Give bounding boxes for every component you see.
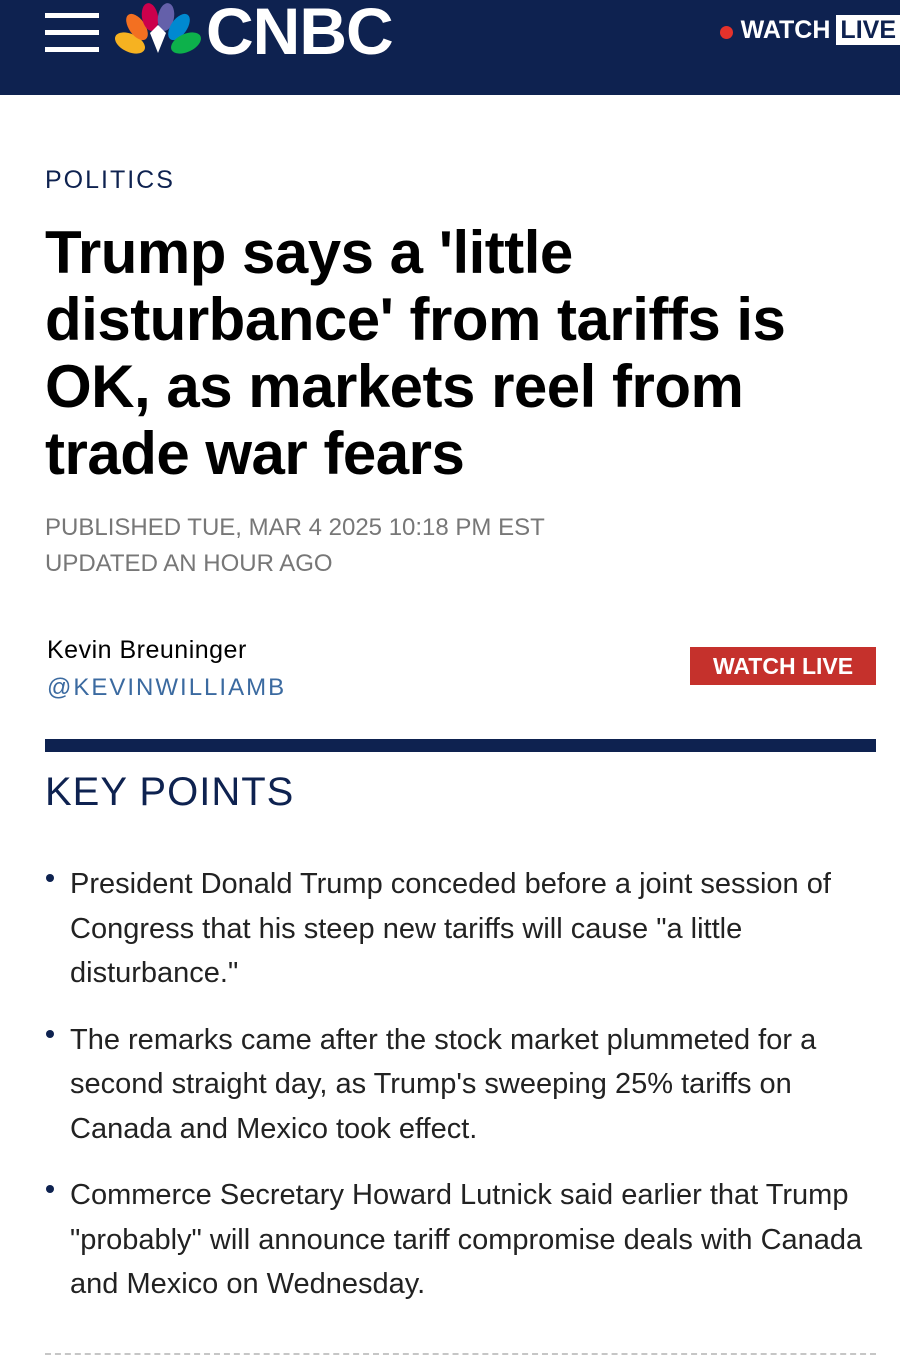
key-point-text: Commerce Secretary Howard Lutnick said e… xyxy=(70,1179,863,1300)
section-divider xyxy=(45,739,876,752)
key-points-title: KEY POINTS xyxy=(45,770,295,814)
hamburger-menu-icon[interactable] xyxy=(45,13,99,53)
article-headline: Trump says a 'little disturbance' from t… xyxy=(45,219,786,487)
watch-live-button[interactable]: WATCH LIVE xyxy=(690,647,876,685)
updated-timestamp: UPDATED AN HOUR AGO xyxy=(45,550,333,577)
brand-logo-text[interactable]: CNBC xyxy=(206,0,394,68)
published-timestamp: PUBLISHED TUE, MAR 4 2025 10:18 PM EST xyxy=(45,514,545,541)
category-link[interactable]: POLITICS xyxy=(45,166,175,195)
author-name-link[interactable]: Kevin Breuninger xyxy=(47,636,247,665)
key-point-item: President Donald Trump conceded before a… xyxy=(45,862,876,996)
watch-live-top-link[interactable]: WATCH LIVE xyxy=(719,14,900,46)
peacock-logo-icon[interactable] xyxy=(110,3,206,59)
key-points-list: President Donald Trump conceded before a… xyxy=(45,862,876,1329)
watch-label: WATCH xyxy=(740,15,831,44)
key-point-item: Commerce Secretary Howard Lutnick said e… xyxy=(45,1173,876,1307)
key-point-text: President Donald Trump conceded before a… xyxy=(70,868,831,989)
bullet-icon xyxy=(46,874,54,882)
top-navigation-bar: CNBC WATCH LIVE xyxy=(0,0,900,95)
live-dot-icon xyxy=(719,25,733,39)
live-badge: LIVE xyxy=(836,15,900,45)
bottom-dashed-divider xyxy=(45,1353,876,1355)
author-twitter-link[interactable]: @KEVINWILLIAMB xyxy=(47,674,286,702)
bullet-icon xyxy=(46,1185,54,1193)
key-point-text: The remarks came after the stock market … xyxy=(70,1023,817,1145)
bullet-icon xyxy=(46,1029,54,1038)
key-point-item: The remarks came after the stock market … xyxy=(45,1018,876,1152)
